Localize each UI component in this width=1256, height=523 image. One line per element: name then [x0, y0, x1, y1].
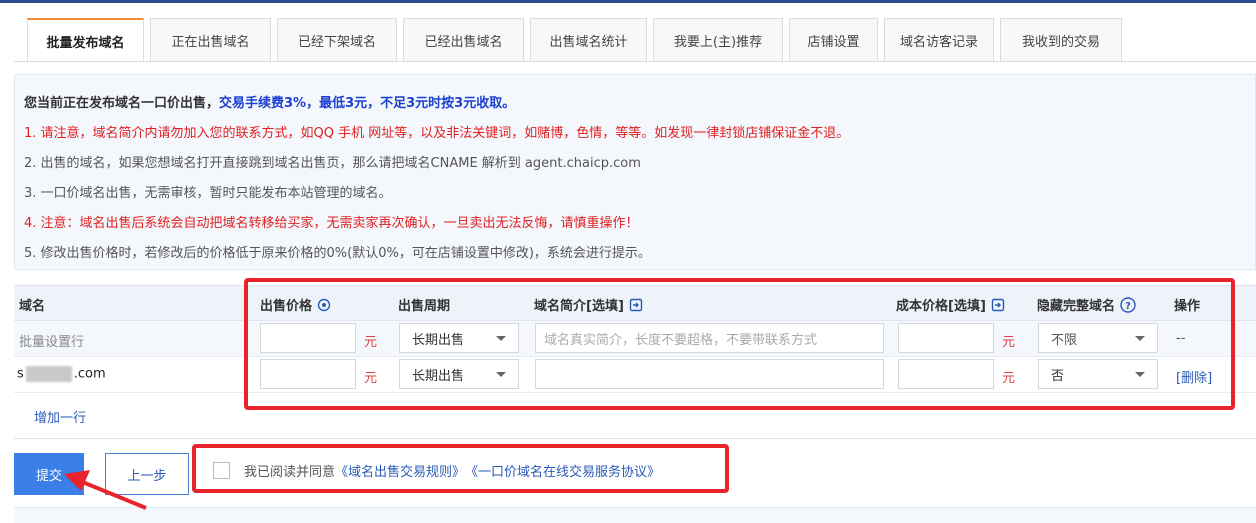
pointer-arrow-icon [64, 470, 147, 510]
